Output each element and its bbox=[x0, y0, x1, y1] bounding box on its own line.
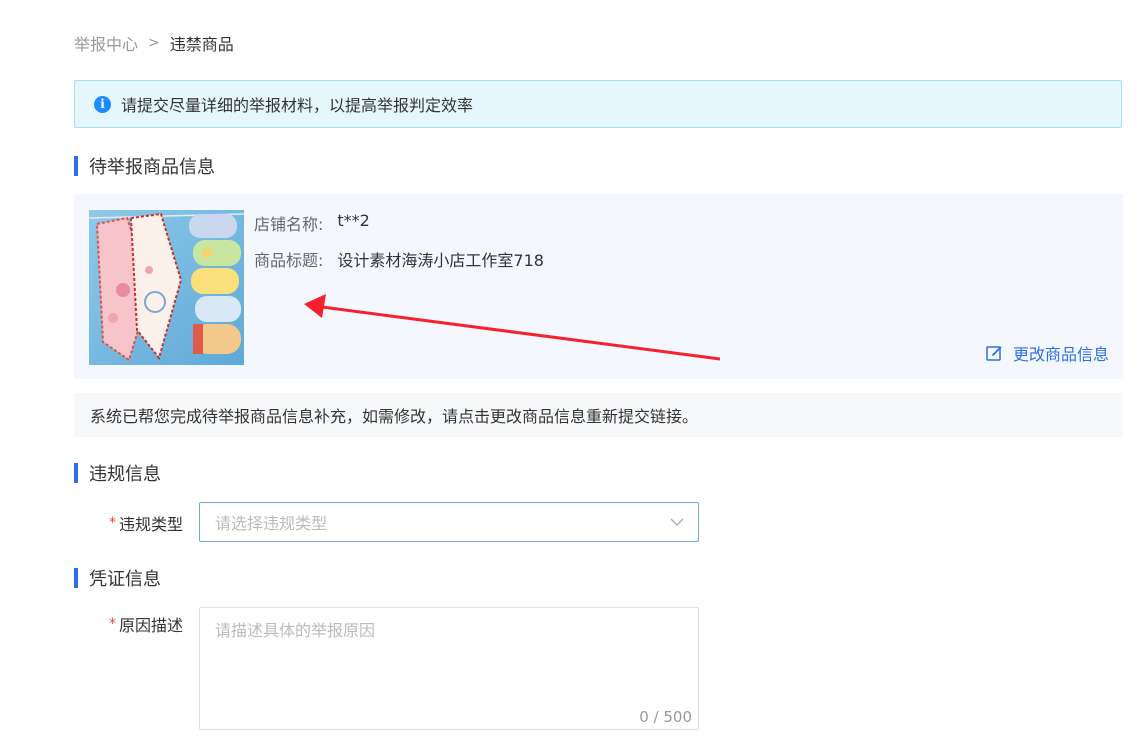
section-title-product: 待举报商品信息 bbox=[74, 155, 215, 178]
product-title-row: 商品标题: 设计素材海涛小店工作室718 bbox=[254, 247, 544, 271]
section-title-evidence: 凭证信息 bbox=[74, 567, 161, 590]
info-icon: i bbox=[94, 95, 111, 113]
auto-fill-notice: 系统已帮您完成待举报商品信息补充，如需修改，请点击更改商品信息重新提交链接。 bbox=[74, 393, 1123, 437]
edit-product-info-link[interactable]: 更改商品信息 bbox=[986, 341, 1109, 365]
shop-name-label: 店铺名称: bbox=[254, 215, 324, 234]
reason-textarea-wrapper: 0 / 500 bbox=[199, 607, 699, 730]
breadcrumb: 举报中心 > 违禁商品 bbox=[74, 31, 234, 55]
section-title-violation: 违规信息 bbox=[74, 462, 161, 485]
chevron-down-icon bbox=[670, 515, 684, 529]
shop-name-row: 店铺名称: t**2 bbox=[254, 211, 370, 235]
product-image-towels bbox=[89, 210, 244, 365]
shop-name-value: t**2 bbox=[337, 211, 370, 230]
required-mark: * bbox=[109, 616, 116, 632]
product-image bbox=[89, 210, 244, 365]
edit-icon bbox=[986, 345, 1003, 362]
section-bar bbox=[74, 156, 78, 176]
reason-label-text: 原因描述 bbox=[119, 616, 184, 635]
section-title-violation-text: 违规信息 bbox=[89, 464, 161, 485]
auto-fill-notice-text: 系统已帮您完成待举报商品信息补充，如需修改，请点击更改商品信息重新提交链接。 bbox=[90, 407, 699, 426]
product-card: 店铺名称: t**2 商品标题: 设计素材海涛小店工作室718 更改商品信息 bbox=[74, 194, 1123, 379]
violation-type-label-text: 违规类型 bbox=[119, 515, 184, 534]
breadcrumb-report-center[interactable]: 举报中心 bbox=[74, 31, 138, 55]
section-title-product-text: 待举报商品信息 bbox=[89, 157, 215, 178]
reason-label: * 原因描述 bbox=[109, 612, 183, 636]
reason-textarea[interactable] bbox=[200, 608, 698, 729]
section-bar bbox=[74, 568, 78, 588]
reason-char-counter: 0 / 500 bbox=[639, 708, 692, 726]
violation-type-select[interactable]: 请选择违规类型 bbox=[199, 502, 699, 542]
section-bar bbox=[74, 463, 78, 483]
violation-type-label: * 违规类型 bbox=[109, 511, 183, 535]
edit-product-info-label: 更改商品信息 bbox=[1012, 345, 1109, 364]
info-alert: i 请提交尽量详细的举报材料，以提高举报判定效率 bbox=[74, 80, 1122, 128]
violation-type-placeholder: 请选择违规类型 bbox=[215, 514, 328, 533]
alert-text: 请提交尽量详细的举报材料，以提高举报判定效率 bbox=[121, 96, 474, 115]
breadcrumb-separator: > bbox=[148, 35, 160, 51]
breadcrumb-current: 违禁商品 bbox=[169, 35, 234, 54]
product-title-label: 商品标题: bbox=[254, 251, 324, 270]
section-title-evidence-text: 凭证信息 bbox=[89, 569, 161, 590]
product-title-value: 设计素材海涛小店工作室718 bbox=[337, 251, 544, 270]
report-page: 举报中心 > 违禁商品 i 请提交尽量详细的举报材料，以提高举报判定效率 待举报… bbox=[0, 0, 1148, 749]
required-mark: * bbox=[109, 515, 116, 531]
